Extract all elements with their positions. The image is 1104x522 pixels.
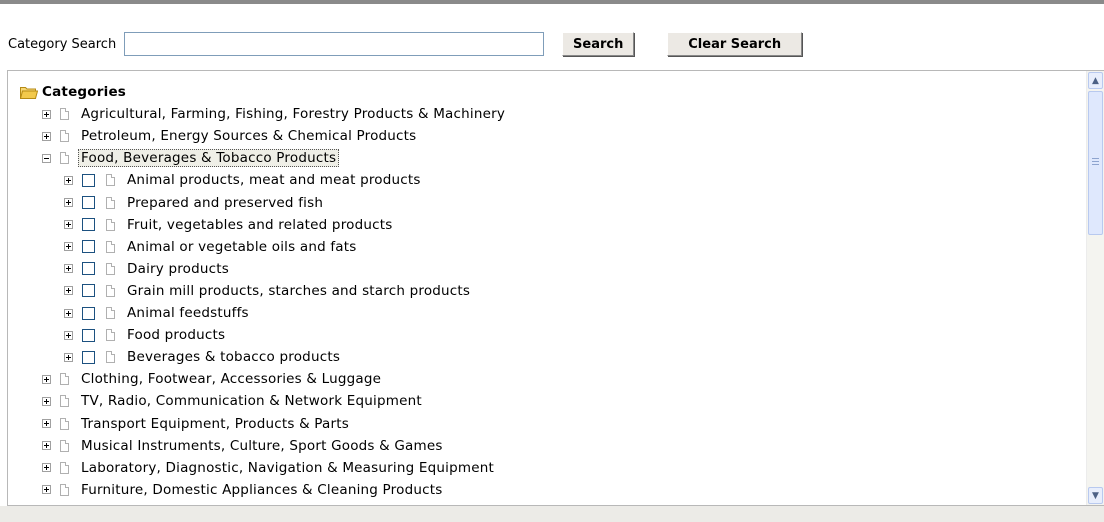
collapse-icon[interactable] bbox=[42, 153, 51, 163]
document-icon bbox=[106, 196, 115, 209]
expand-icon[interactable] bbox=[64, 198, 73, 207]
subcategory-label: Grain mill products, starches and starch… bbox=[127, 282, 471, 299]
subcategory-item[interactable]: Animal or vegetable oils and fats bbox=[64, 236, 357, 258]
document-icon bbox=[106, 351, 115, 364]
tree-item-label: Agricultural, Farming, Fishing, Forestry… bbox=[81, 106, 506, 123]
category-item[interactable]: TV, Radio, Communication & Network Equip… bbox=[42, 390, 422, 412]
document-icon bbox=[106, 262, 115, 275]
category-item[interactable]: Agricultural, Farming, Fishing, Forestry… bbox=[42, 103, 505, 125]
search-label: Category Search bbox=[8, 36, 117, 52]
subcategory-label: Food products bbox=[127, 327, 226, 344]
document-icon bbox=[60, 417, 69, 430]
category-item[interactable]: Clothing, Footwear, Accessories & Luggag… bbox=[42, 368, 381, 390]
expand-icon[interactable] bbox=[64, 286, 73, 296]
subcategory-label: Dairy products bbox=[127, 260, 230, 277]
subcategory-label: Fruit, vegetables and related products bbox=[127, 216, 393, 233]
category-item[interactable]: Musical Instruments, Culture, Sport Good… bbox=[42, 435, 443, 457]
subcategory-item[interactable]: Dairy products bbox=[64, 258, 229, 280]
expand-icon[interactable] bbox=[64, 242, 73, 252]
subcategory-label: Beverages & tobacco products bbox=[127, 349, 341, 366]
category-item[interactable]: Petroleum, Energy Sources & Chemical Pro… bbox=[42, 125, 416, 147]
subcategory-label: Animal products, meat and meat products bbox=[127, 172, 421, 189]
subcategory-label: Prepared and preserved fish bbox=[127, 194, 324, 211]
category-item[interactable]: Food, Beverages & Tobacco Products bbox=[42, 147, 340, 169]
scroll-thumb[interactable] bbox=[1088, 91, 1103, 235]
expand-icon[interactable] bbox=[42, 485, 51, 495]
scroll-down-button[interactable]: ▼ bbox=[1088, 487, 1103, 504]
tree-item-label: Laboratory, Diagnostic, Navigation & Mea… bbox=[81, 459, 494, 476]
subcategory-label: Animal or vegetable oils and fats bbox=[127, 238, 357, 255]
scroll-up-button[interactable]: ▲ bbox=[1088, 72, 1103, 89]
top-divider bbox=[0, 0, 1104, 4]
document-icon bbox=[60, 395, 69, 408]
expand-icon[interactable] bbox=[42, 441, 51, 451]
tree-item-label: Clothing, Footwear, Accessories & Luggag… bbox=[81, 371, 382, 388]
document-icon bbox=[106, 307, 115, 319]
search-bar: Category Search Search Clear Search bbox=[8, 30, 803, 58]
search-input[interactable] bbox=[124, 32, 545, 56]
subcategory-item[interactable]: Animal products, meat and meat products bbox=[64, 169, 421, 191]
tree-item-label: Musical Instruments, Culture, Sport Good… bbox=[81, 437, 443, 454]
expand-icon[interactable] bbox=[64, 175, 73, 185]
tree-item-label: TV, Radio, Communication & Network Equip… bbox=[81, 393, 422, 410]
expand-icon[interactable] bbox=[42, 374, 51, 384]
category-checkbox[interactable] bbox=[82, 218, 95, 232]
document-icon bbox=[60, 373, 69, 386]
category-tree-panel: Categories Agricultural, Farming, Fishin… bbox=[7, 70, 1104, 506]
category-checkbox[interactable] bbox=[82, 284, 95, 298]
category-checkbox[interactable] bbox=[82, 196, 95, 209]
document-icon bbox=[60, 483, 69, 496]
document-icon bbox=[60, 152, 69, 165]
document-icon bbox=[60, 439, 69, 452]
expand-icon[interactable] bbox=[64, 264, 73, 274]
expand-icon[interactable] bbox=[64, 308, 73, 318]
expand-icon[interactable] bbox=[64, 330, 73, 340]
expand-icon[interactable] bbox=[42, 463, 51, 473]
expand-icon[interactable] bbox=[42, 109, 51, 119]
document-icon bbox=[60, 108, 69, 121]
category-item[interactable]: Transport Equipment, Products & Parts bbox=[42, 413, 349, 435]
document-icon bbox=[106, 174, 115, 187]
bottom-divider bbox=[0, 506, 1104, 522]
subcategory-label: Animal feedstuffs bbox=[127, 305, 249, 321]
document-icon bbox=[106, 218, 115, 231]
tree-root[interactable]: Categories bbox=[19, 81, 127, 103]
category-checkbox[interactable] bbox=[82, 306, 95, 320]
expand-icon[interactable] bbox=[42, 396, 51, 406]
document-icon bbox=[106, 329, 115, 342]
document-icon bbox=[106, 284, 115, 297]
document-icon bbox=[60, 461, 69, 474]
subcategory-item[interactable]: Fruit, vegetables and related products bbox=[64, 214, 393, 236]
expand-icon[interactable] bbox=[42, 419, 51, 428]
document-icon bbox=[60, 130, 69, 143]
category-checkbox[interactable] bbox=[82, 350, 95, 364]
category-checkbox[interactable] bbox=[82, 262, 95, 276]
subcategory-item[interactable]: Prepared and preserved fish bbox=[64, 192, 323, 214]
expand-icon[interactable] bbox=[64, 220, 73, 230]
category-item[interactable]: Furniture, Domestic Appliances & Cleanin… bbox=[42, 479, 442, 501]
search-button[interactable]: Search bbox=[562, 32, 635, 56]
subcategory-item[interactable]: Food products bbox=[64, 324, 225, 346]
expand-icon[interactable] bbox=[42, 131, 51, 141]
folder-open-icon bbox=[19, 85, 39, 99]
tree-item-label: Food, Beverages & Tobacco Products bbox=[78, 149, 340, 168]
category-checkbox[interactable] bbox=[82, 328, 95, 342]
subcategory-item[interactable]: Grain mill products, starches and starch… bbox=[64, 280, 470, 302]
category-checkbox[interactable] bbox=[82, 173, 95, 187]
category-checkbox[interactable] bbox=[82, 240, 95, 254]
clear-search-button[interactable]: Clear Search bbox=[667, 32, 803, 56]
subcategory-item[interactable]: Animal feedstuffs bbox=[64, 302, 249, 324]
tree-item-label: Furniture, Domestic Appliances & Cleanin… bbox=[81, 481, 443, 498]
tree-item-label: Transport Equipment, Products & Parts bbox=[81, 415, 349, 432]
document-icon bbox=[106, 240, 115, 253]
tree-root-label: Categories bbox=[42, 84, 127, 100]
category-item[interactable]: Laboratory, Diagnostic, Navigation & Mea… bbox=[42, 457, 494, 479]
expand-icon[interactable] bbox=[64, 352, 73, 362]
vertical-scrollbar[interactable]: ▲ ▼ bbox=[1086, 71, 1104, 505]
subcategory-item[interactable]: Beverages & tobacco products bbox=[64, 346, 340, 368]
tree-item-label: Petroleum, Energy Sources & Chemical Pro… bbox=[81, 128, 417, 145]
